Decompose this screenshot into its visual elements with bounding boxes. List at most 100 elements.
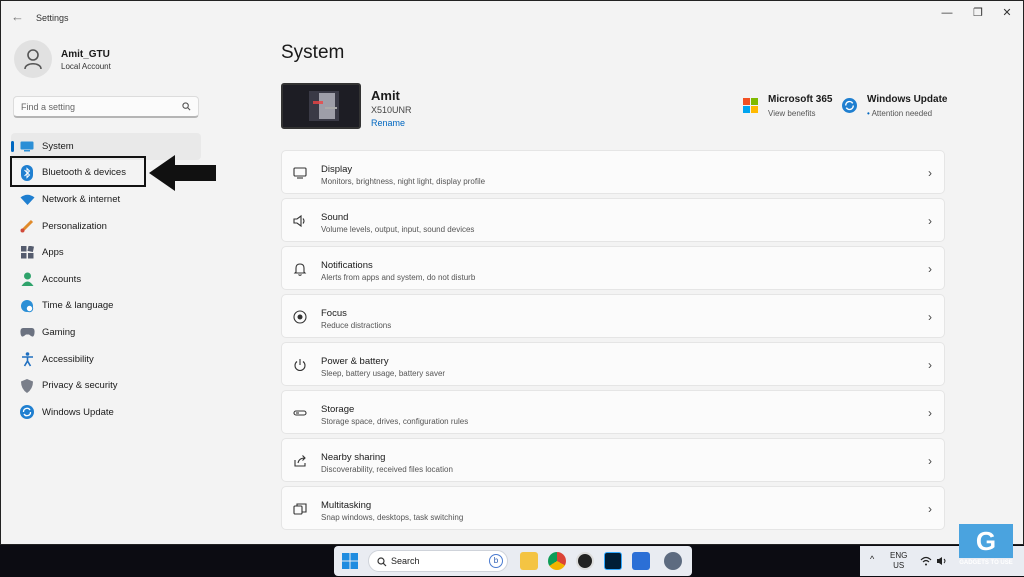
attention-text: Attention needed	[871, 109, 933, 118]
page-title: System	[281, 42, 345, 63]
card-title: Power & battery	[321, 356, 389, 367]
maximize-button[interactable]: ❐	[971, 6, 985, 20]
card-sound[interactable]: Sound Volume levels, output, input, soun…	[281, 198, 945, 242]
wifi-icon	[19, 191, 35, 207]
card-power-battery[interactable]: Power & battery Sleep, battery usage, ba…	[281, 342, 945, 386]
multitask-icon	[293, 503, 307, 515]
settings-window: ← Settings — ❐ ✕ Amit_GTU Local Account …	[0, 0, 1024, 545]
microsoft-logo-icon	[743, 98, 758, 113]
chevron-right-icon: ›	[928, 454, 932, 468]
card-notifications[interactable]: Notifications Alerts from apps and syste…	[281, 246, 945, 290]
sidebar-item-label: Network & internet	[42, 193, 121, 205]
apps-icon	[19, 245, 35, 261]
card-multitasking[interactable]: Multitasking Snap windows, desktops, tas…	[281, 486, 945, 530]
logo-mark: G	[959, 524, 1013, 558]
sidebar-item-label: Accessibility	[42, 353, 94, 365]
sidebar-item-windows-update[interactable]: Windows Update	[11, 399, 201, 426]
speaker-icon	[293, 214, 305, 228]
sidebar-item-accessibility[interactable]: Accessibility	[11, 346, 201, 373]
quick-link-subtitle: • Attention needed	[867, 109, 947, 118]
card-title: Focus	[321, 308, 347, 319]
sidebar-item-gaming[interactable]: Gaming	[11, 319, 201, 346]
quick-link-subtitle: View benefits	[768, 109, 816, 118]
language-indicator[interactable]: ENG US	[890, 551, 907, 571]
settings-icon[interactable]	[664, 552, 682, 570]
volume-icon[interactable]	[936, 556, 948, 566]
card-nearby-sharing[interactable]: Nearby sharing Discoverability, received…	[281, 438, 945, 482]
chevron-right-icon: ›	[928, 406, 932, 420]
taskbar-search-label: Search	[391, 556, 420, 566]
card-title: Nearby sharing	[321, 452, 386, 463]
device-model: X510UNR	[371, 105, 412, 115]
avatar[interactable]	[14, 40, 52, 78]
chrome-icon[interactable]	[548, 552, 566, 570]
sidebar-item-accounts[interactable]: Accounts	[11, 266, 201, 293]
focus-icon	[293, 310, 307, 324]
chevron-right-icon: ›	[928, 358, 932, 372]
card-subtitle: Sleep, battery usage, battery saver	[321, 369, 446, 378]
store-icon[interactable]	[632, 552, 650, 570]
search-icon	[377, 557, 387, 567]
sidebar-item-privacy[interactable]: Privacy & security	[11, 372, 201, 399]
search-icon	[182, 102, 191, 111]
wifi-icon[interactable]	[920, 556, 932, 566]
close-button[interactable]: ✕	[1000, 6, 1014, 20]
accessibility-icon	[19, 351, 35, 367]
taskbar-center: Search b	[334, 546, 692, 576]
card-title: Sound	[321, 212, 349, 223]
card-subtitle: Reduce distractions	[321, 321, 392, 330]
gamepad-icon	[19, 324, 35, 340]
quick-link-title: Windows Update	[867, 94, 948, 105]
settings-cards-list: Display Monitors, brightness, night ligh…	[281, 150, 945, 534]
card-title: Notifications	[321, 260, 373, 271]
photoshop-icon[interactable]	[604, 552, 622, 570]
sidebar-item-apps[interactable]: Apps	[11, 239, 201, 266]
sidebar-item-label: System	[42, 140, 74, 152]
account-type: Local Account	[61, 62, 111, 71]
bing-icon: b	[489, 554, 503, 568]
pointer-arrow	[149, 155, 216, 191]
update-icon	[19, 404, 35, 420]
windows-update-icon	[842, 98, 857, 113]
file-explorer-icon[interactable]	[520, 552, 538, 570]
person-icon	[19, 271, 35, 287]
power-icon	[294, 359, 306, 372]
brush-icon	[19, 218, 35, 234]
card-subtitle: Alerts from apps and system, do not dist…	[321, 273, 476, 282]
sidebar-item-time-language[interactable]: Time & language	[11, 293, 201, 320]
card-subtitle: Volume levels, output, input, sound devi…	[321, 225, 475, 234]
back-button[interactable]: ←	[11, 10, 25, 24]
chevron-right-icon: ›	[928, 262, 932, 276]
card-subtitle: Discoverability, received files location	[321, 465, 453, 474]
search-input[interactable]: Find a setting	[13, 96, 199, 118]
card-subtitle: Monitors, brightness, night light, displ…	[321, 177, 486, 186]
minimize-button[interactable]: —	[940, 6, 954, 20]
windows-update-link[interactable]: Windows Update • Attention needed	[842, 94, 947, 118]
card-subtitle: Storage space, drives, configuration rul…	[321, 417, 469, 426]
sidebar-item-label: Apps	[42, 247, 64, 259]
sidebar-item-label: Windows Update	[42, 406, 114, 418]
windows-start-icon[interactable]	[342, 553, 358, 569]
card-title: Multitasking	[321, 500, 372, 511]
chevron-right-icon: ›	[928, 166, 932, 180]
card-storage[interactable]: Storage Storage space, drives, configura…	[281, 390, 945, 434]
tray-overflow-caret[interactable]: ^	[870, 554, 874, 564]
title-bar: ← Settings — ❐ ✕	[1, 1, 1023, 35]
card-focus[interactable]: Focus Reduce distractions ›	[281, 294, 945, 338]
sidebar-item-label: Gaming	[42, 326, 76, 338]
device-name: Amit	[371, 88, 400, 103]
chevron-right-icon: ›	[928, 310, 932, 324]
card-title: Display	[321, 164, 353, 175]
microsoft-365-link[interactable]: Microsoft 365 View benefits	[743, 94, 832, 118]
sidebar-item-personalization[interactable]: Personalization	[11, 213, 201, 240]
rename-link[interactable]: Rename	[371, 118, 405, 128]
account-name: Amit_GTU	[61, 49, 110, 60]
card-display[interactable]: Display Monitors, brightness, night ligh…	[281, 150, 945, 194]
attention-dot: •	[867, 109, 870, 118]
chevron-right-icon: ›	[928, 502, 932, 516]
search-placeholder: Find a setting	[21, 102, 76, 112]
taskbar-search[interactable]: Search b	[368, 550, 508, 572]
obs-icon[interactable]	[576, 552, 594, 570]
sidebar-item-label: Personalization	[42, 220, 107, 232]
language-code: ENG	[890, 551, 908, 560]
